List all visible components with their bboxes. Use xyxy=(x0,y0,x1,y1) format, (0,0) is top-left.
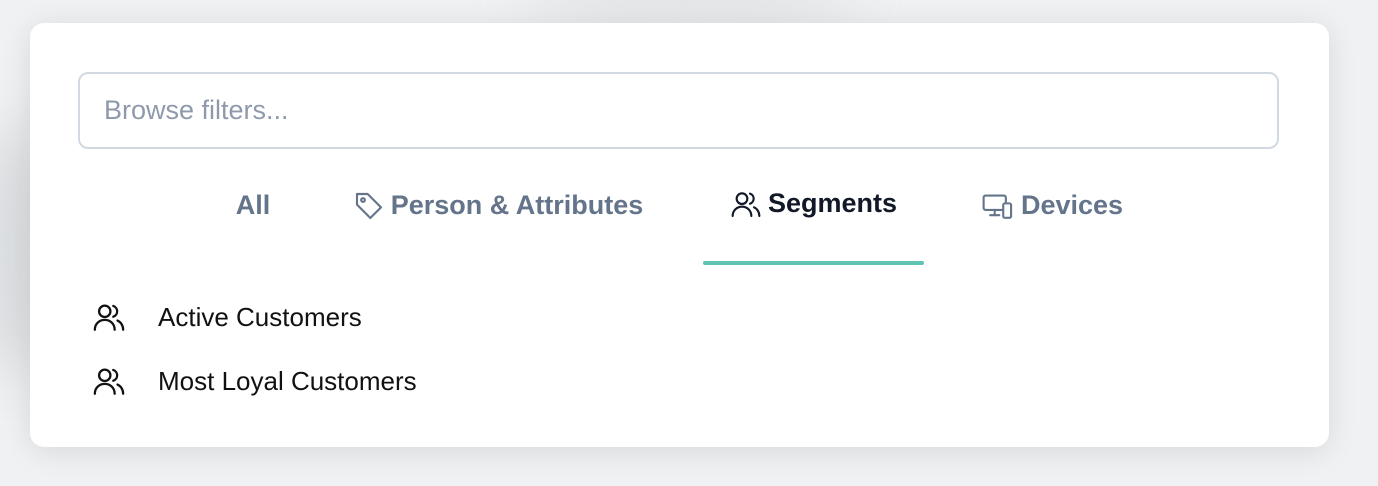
tab-label: Segments xyxy=(767,188,898,218)
search-input[interactable] xyxy=(78,72,1279,149)
tab-segments[interactable]: Segments xyxy=(703,183,924,265)
users-icon xyxy=(92,364,128,398)
tab-label: Devices xyxy=(1020,190,1124,220)
list-item-label: Active Customers xyxy=(158,301,362,332)
users-icon xyxy=(92,300,128,334)
list-item[interactable]: Active Customers xyxy=(92,285,417,349)
devices-icon xyxy=(981,190,1015,222)
segment-list: Active Customers Most Loyal Customers xyxy=(92,285,417,413)
tag-icon xyxy=(353,190,385,222)
filter-browser-panel: All Person & Attributes Segments xyxy=(30,23,1329,447)
list-item-label: Most Loyal Customers xyxy=(158,365,417,396)
tab-all[interactable]: All xyxy=(226,183,280,265)
tab-label: Person & Attributes xyxy=(390,190,644,220)
filter-tabs: All Person & Attributes Segments Devices xyxy=(30,183,1329,265)
tab-person-attributes[interactable]: Person & Attributes xyxy=(348,183,648,265)
users-icon xyxy=(730,188,762,220)
tab-devices[interactable]: Devices xyxy=(978,183,1126,265)
list-item[interactable]: Most Loyal Customers xyxy=(92,349,417,413)
tab-label: All xyxy=(235,190,271,220)
